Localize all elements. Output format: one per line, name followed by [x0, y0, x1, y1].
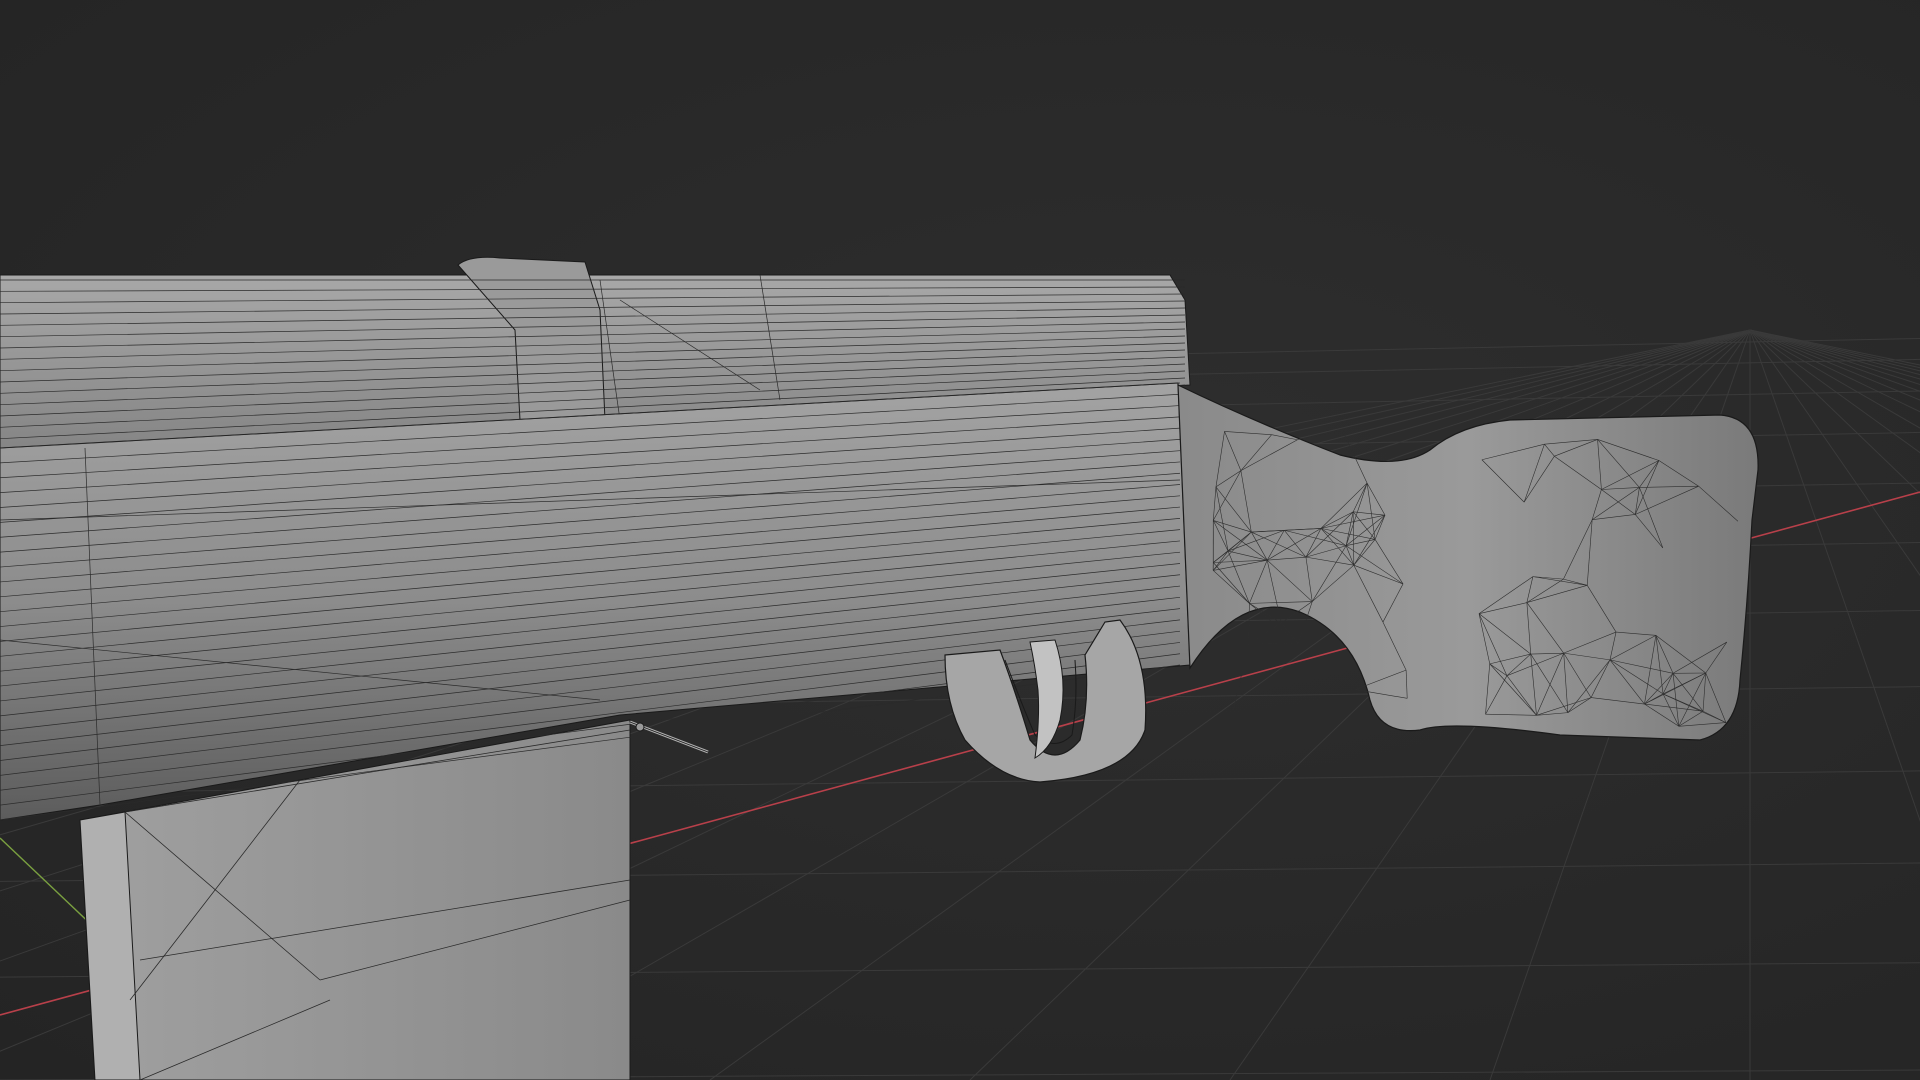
viewport-scene: [0, 0, 1920, 1080]
3d-viewport[interactable]: [0, 0, 1920, 1080]
stock[interactable]: [1178, 385, 1758, 740]
trigger[interactable]: [1030, 640, 1063, 758]
bolt-release[interactable]: [630, 722, 708, 752]
